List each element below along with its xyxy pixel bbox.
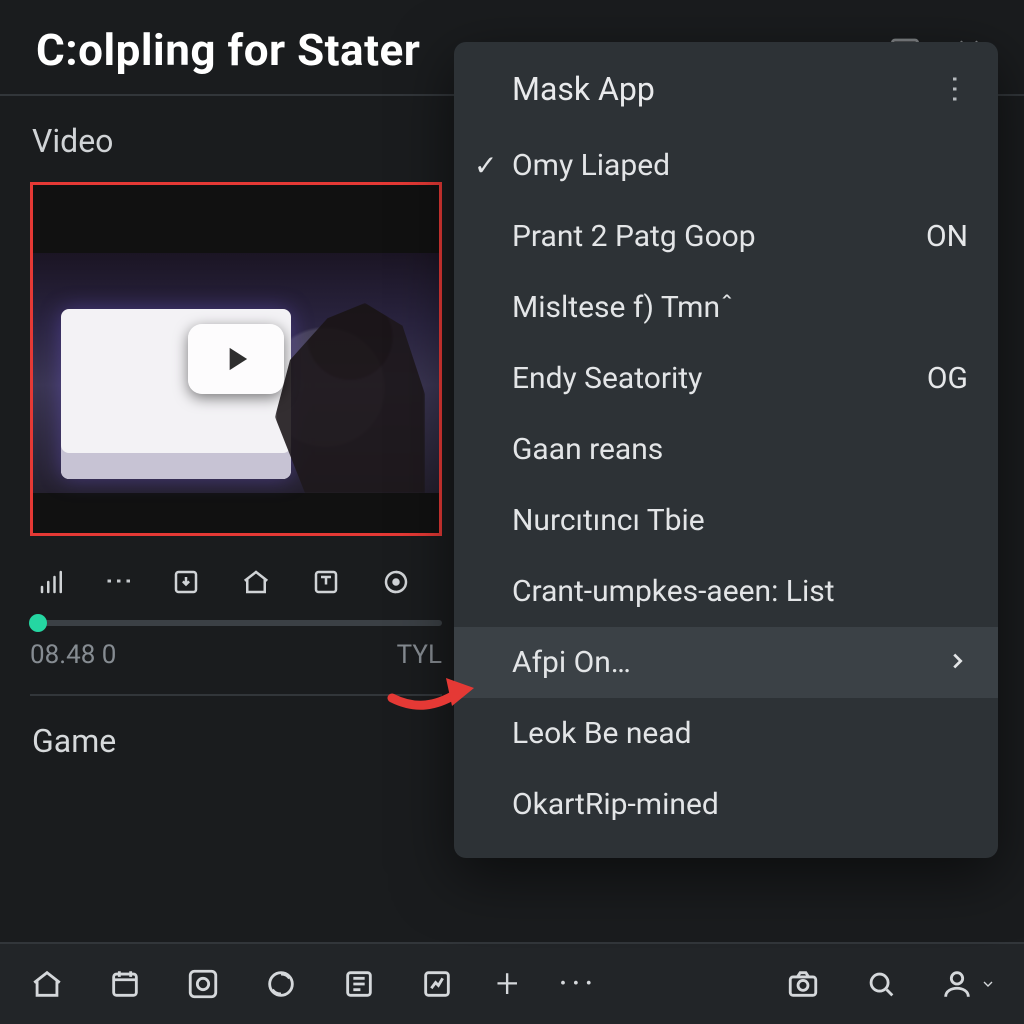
video-time-row: 08.48 0 TYL <box>30 640 442 696</box>
menu-item-value: OG <box>927 361 968 396</box>
video-play-overlay[interactable] <box>33 185 439 533</box>
menu-title: Mask App <box>512 70 655 108</box>
caret-down-icon <box>980 976 996 992</box>
home-icon[interactable] <box>238 564 274 600</box>
archive-box-icon[interactable] <box>308 564 344 600</box>
menu-item-leok-be-nead[interactable]: Leok Be nead <box>454 698 998 769</box>
camera-icon[interactable] <box>784 965 822 1003</box>
signal-bars-icon[interactable] <box>34 564 70 600</box>
menu-item-label: Misltese f) Tmnˆ <box>512 290 734 325</box>
menu-item-label: Leok Be nead <box>512 716 692 751</box>
settings-sync-icon[interactable] <box>262 965 300 1003</box>
menu-item-label: Nurcıtıncı Tbie <box>512 503 705 538</box>
search-icon[interactable] <box>862 965 900 1003</box>
chevron-right-icon <box>946 645 968 680</box>
menu-item-label: Gaan reans <box>512 432 663 467</box>
menu-item-nurcitinci-tbie[interactable]: Nurcıtıncı Tbie <box>454 485 998 556</box>
menu-item-afpi-on[interactable]: Afpi On… <box>454 627 998 698</box>
chart-up-icon[interactable] <box>418 965 456 1003</box>
menu-item-omy-liaped[interactable]: Omy Liaped <box>454 130 998 201</box>
target-refresh-icon[interactable] <box>378 564 414 600</box>
record-icon[interactable] <box>184 965 222 1003</box>
video-preview[interactable] <box>30 182 442 536</box>
annotation-arrow <box>386 658 476 732</box>
menu-item-label: Prant 2 Patg Goop <box>512 219 756 254</box>
page-title: C:olpling for Stater <box>36 24 420 76</box>
notes-icon[interactable] <box>340 965 378 1003</box>
menu-header: Mask App ⋯ <box>454 52 998 130</box>
play-button[interactable] <box>188 324 284 394</box>
video-progress[interactable] <box>30 620 442 626</box>
more-icon[interactable]: ··· <box>559 964 598 1004</box>
menu-item-label: Endy Seatority <box>512 361 702 396</box>
menu-item-gaan-reans[interactable]: Gaan reans <box>454 414 998 485</box>
add-button[interactable]: + <box>496 964 519 1004</box>
video-progress-handle[interactable] <box>29 614 47 632</box>
menu-item-value: ON <box>926 219 968 254</box>
menu-item-okartrip-mined[interactable]: OkartRip-mined <box>454 769 998 840</box>
menu-item-label: Afpi On… <box>512 645 631 680</box>
calendar-icon[interactable] <box>106 965 144 1003</box>
menu-item-crant-umpkes-list[interactable]: Crant-umpkes-aeen: List <box>454 556 998 627</box>
bottom-bar: + ··· <box>0 942 1024 1024</box>
menu-item-label: Omy Liaped <box>512 148 670 183</box>
toolbar-more-icon[interactable]: ⋮ <box>105 567 133 597</box>
menu-more-icon[interactable]: ⋯ <box>939 72 970 107</box>
menu-item-misltese-tmn[interactable]: Misltese f) Tmnˆ <box>454 272 998 343</box>
menu-item-label: Crant-umpkes-aeen: List <box>512 574 835 609</box>
menu-item-prant-patg-goop[interactable]: Prant 2 Patg Goop ON <box>454 201 998 272</box>
time-elapsed: 08.48 0 <box>30 640 116 670</box>
home-icon[interactable] <box>28 965 66 1003</box>
account-menu[interactable] <box>940 967 996 1001</box>
save-box-icon[interactable] <box>168 564 204 600</box>
menu-item-label: OkartRip-mined <box>512 787 719 822</box>
menu-item-endy-seatority[interactable]: Endy Seatority OG <box>454 343 998 414</box>
context-menu: Mask App ⋯ Omy Liaped Prant 2 Patg Goop … <box>454 42 998 858</box>
